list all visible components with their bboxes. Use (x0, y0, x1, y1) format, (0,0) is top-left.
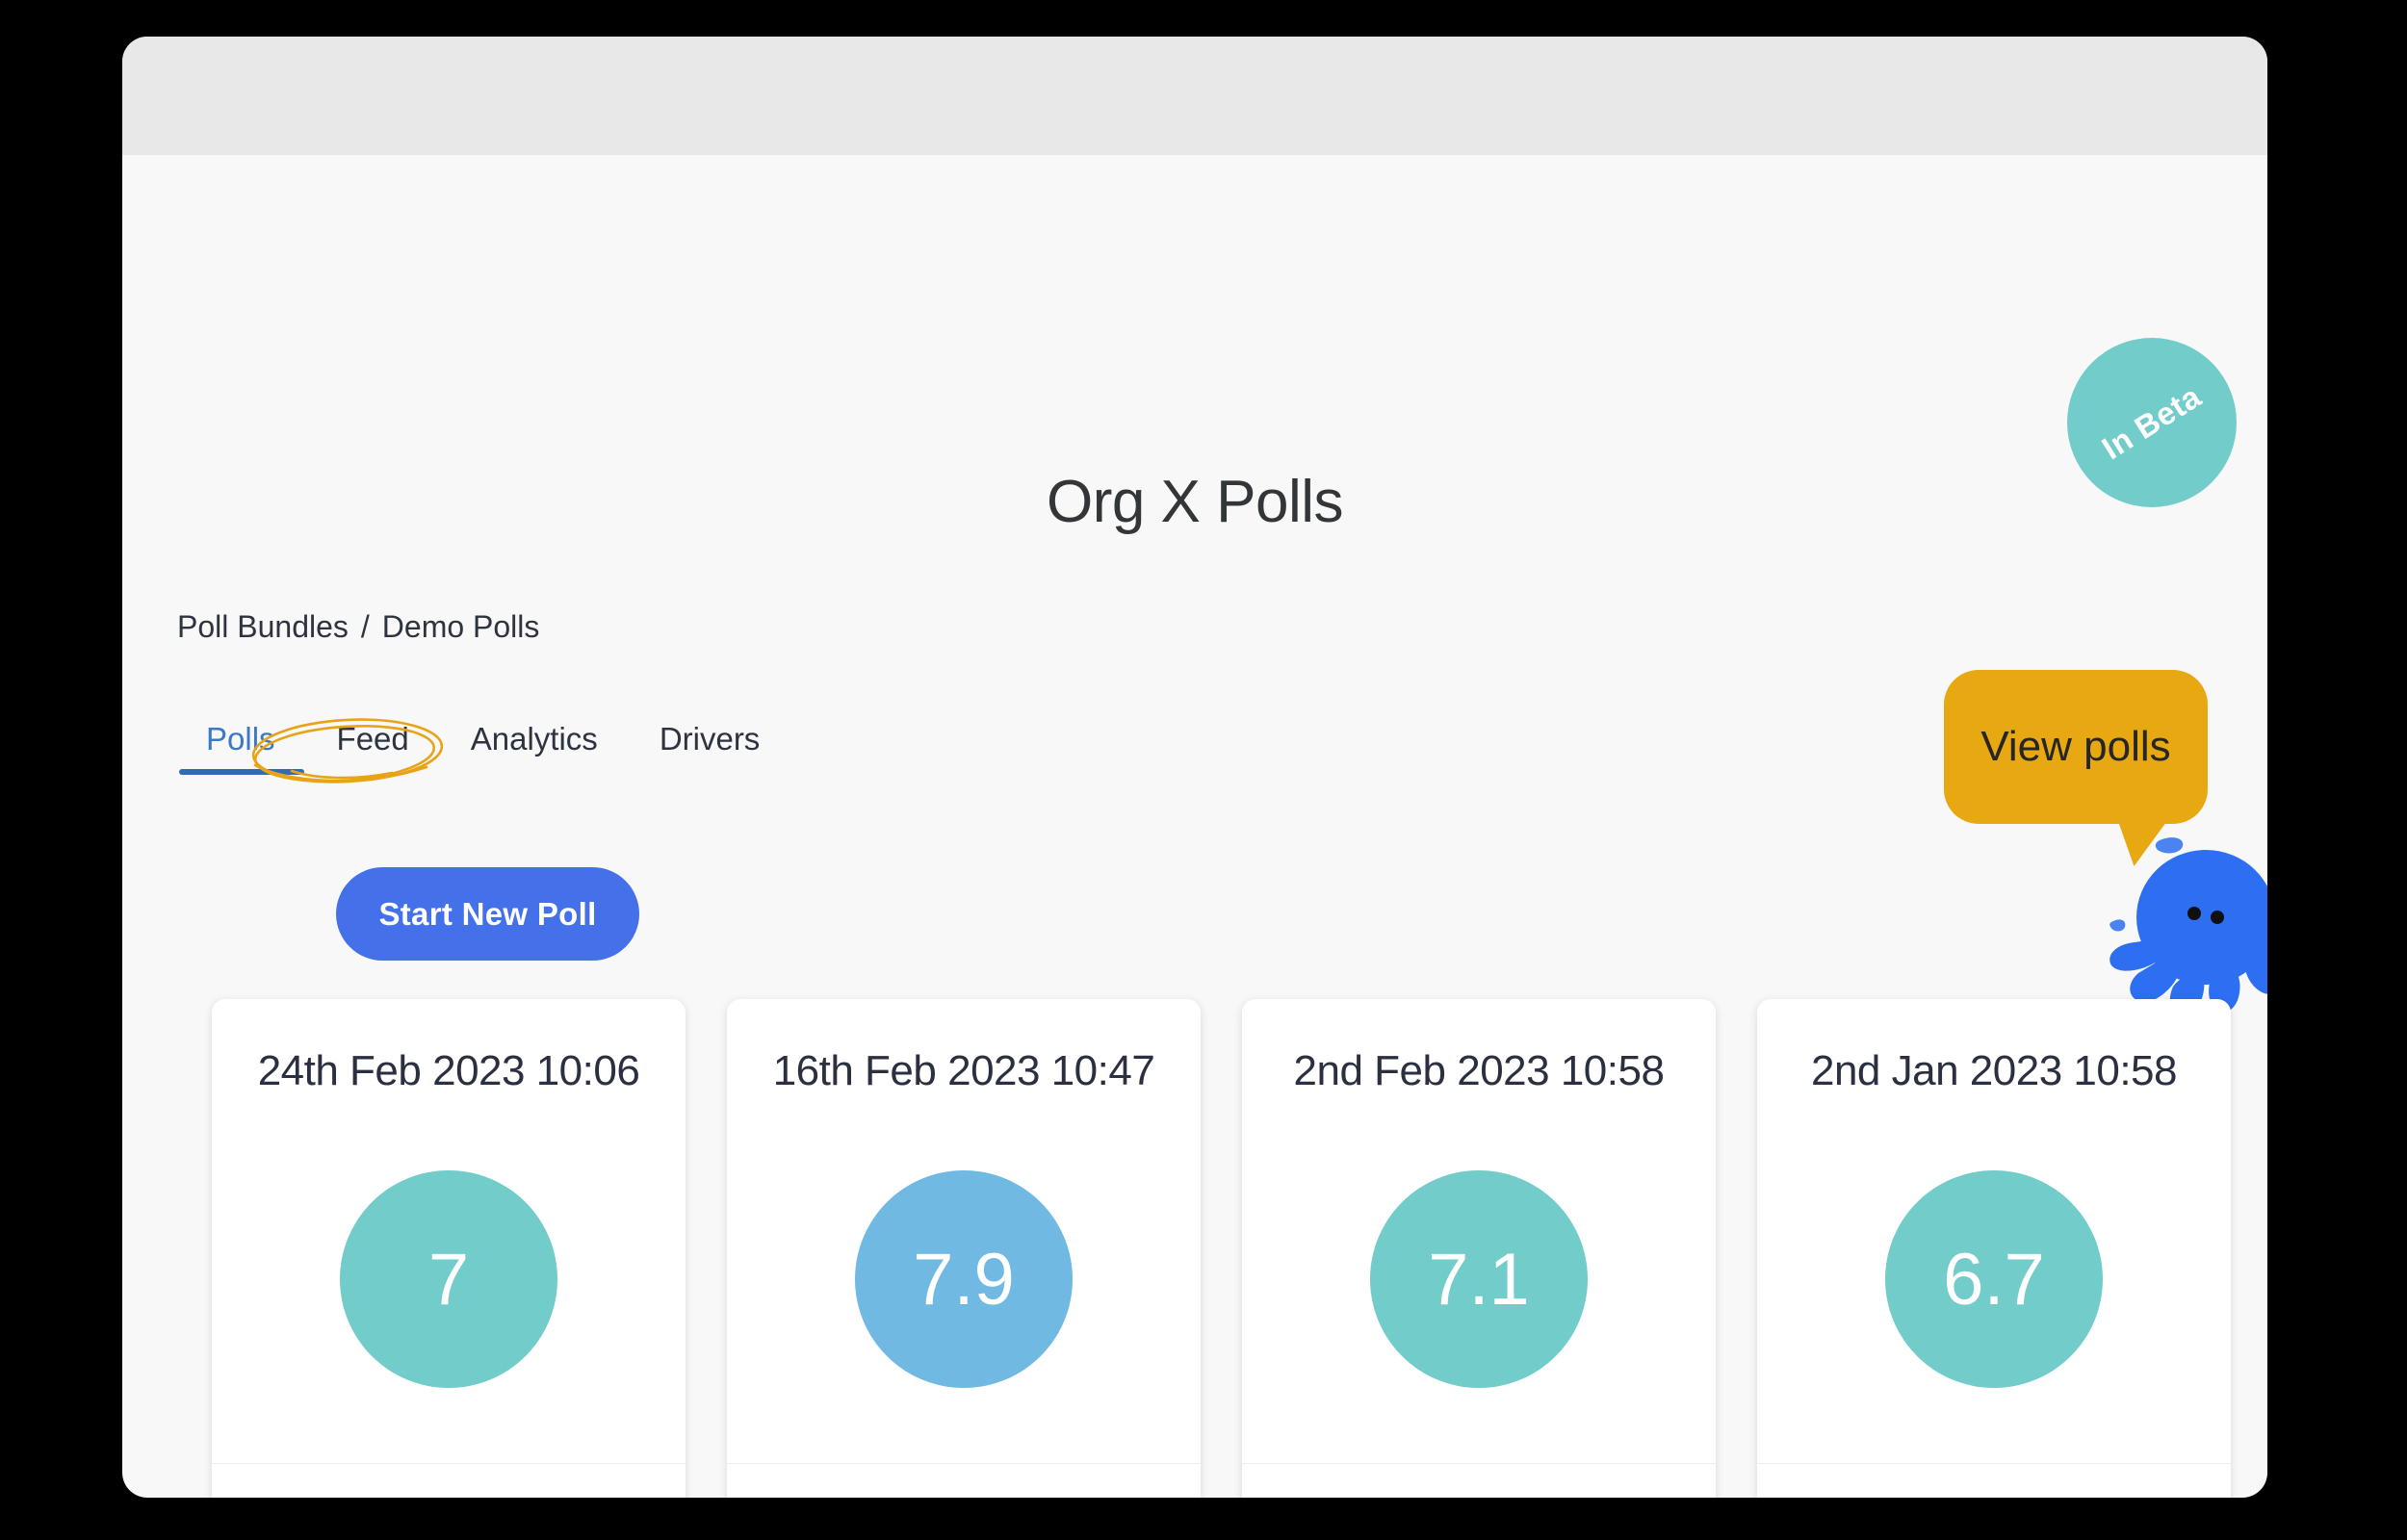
tab-drivers[interactable]: Drivers (629, 721, 791, 775)
poll-card[interactable]: 2nd Feb 2023 10:58 7.1 (1242, 999, 1716, 1498)
poll-card[interactable]: 2nd Jan 2023 10:58 6.7 (1757, 999, 2231, 1498)
poll-card-body: 6.7 (1757, 1095, 2231, 1463)
poll-card-actions (1242, 1463, 1716, 1498)
poll-card-date: 2nd Feb 2023 10:58 (1293, 1047, 1665, 1094)
poll-score-value: 7 (427, 1238, 470, 1321)
tab-bar: Polls Feed Analytics Drivers (177, 721, 790, 775)
poll-card[interactable]: 16th Feb 2023 10:47 7.9 (727, 999, 1201, 1498)
app-window: In Beta Org X Polls Poll Bundles / Demo … (122, 37, 2267, 1498)
tab-analytics[interactable]: Analytics (440, 721, 629, 775)
start-new-poll-button[interactable]: Start New Poll (336, 867, 639, 961)
octopus-mascot-icon (2109, 837, 2267, 1020)
poll-score-circle: 7 (340, 1170, 557, 1388)
poll-card-body: 7.9 (727, 1095, 1201, 1463)
poll-card-date: 16th Feb 2023 10:47 (772, 1047, 1155, 1094)
poll-card-body: 7 (212, 1095, 686, 1463)
poll-card-actions (727, 1463, 1201, 1498)
page-title: Org X Polls (1046, 469, 1344, 535)
tab-feed[interactable]: Feed (306, 721, 440, 775)
page-content: In Beta Org X Polls Poll Bundles / Demo … (122, 155, 2267, 1498)
poll-card-date: 2nd Jan 2023 10:58 (1810, 1047, 2178, 1094)
breadcrumb-item-poll-bundles[interactable]: Poll Bundles (177, 609, 349, 645)
tab-polls[interactable]: Polls (177, 721, 306, 775)
poll-card-list: 24th Feb 2023 10:06 7 16th Feb 2023 10:4… (212, 999, 2234, 1498)
poll-card-actions (1757, 1463, 2231, 1498)
poll-card-actions (212, 1463, 686, 1498)
breadcrumb-item-demo-polls[interactable]: Demo Polls (382, 609, 540, 645)
poll-score-value: 7.9 (913, 1238, 1015, 1321)
poll-score-circle: 7.1 (1370, 1170, 1588, 1388)
breadcrumb-separator: / (360, 609, 370, 644)
poll-card[interactable]: 24th Feb 2023 10:06 7 (212, 999, 686, 1498)
poll-score-circle: 6.7 (1885, 1170, 2103, 1388)
poll-score-circle: 7.9 (855, 1170, 1073, 1388)
window-titlebar (122, 37, 2267, 155)
poll-score-value: 6.7 (1943, 1238, 2045, 1321)
breadcrumb: Poll Bundles / Demo Polls (177, 609, 539, 645)
beta-badge-label: In Beta (2095, 377, 2208, 467)
tooltip-text: View polls (1980, 723, 2171, 771)
tooltip-bubble-view-polls: View polls (1944, 670, 2208, 824)
poll-score-value: 7.1 (1428, 1238, 1530, 1321)
poll-card-date: 24th Feb 2023 10:06 (257, 1047, 640, 1094)
poll-card-body: 7.1 (1242, 1095, 1716, 1463)
